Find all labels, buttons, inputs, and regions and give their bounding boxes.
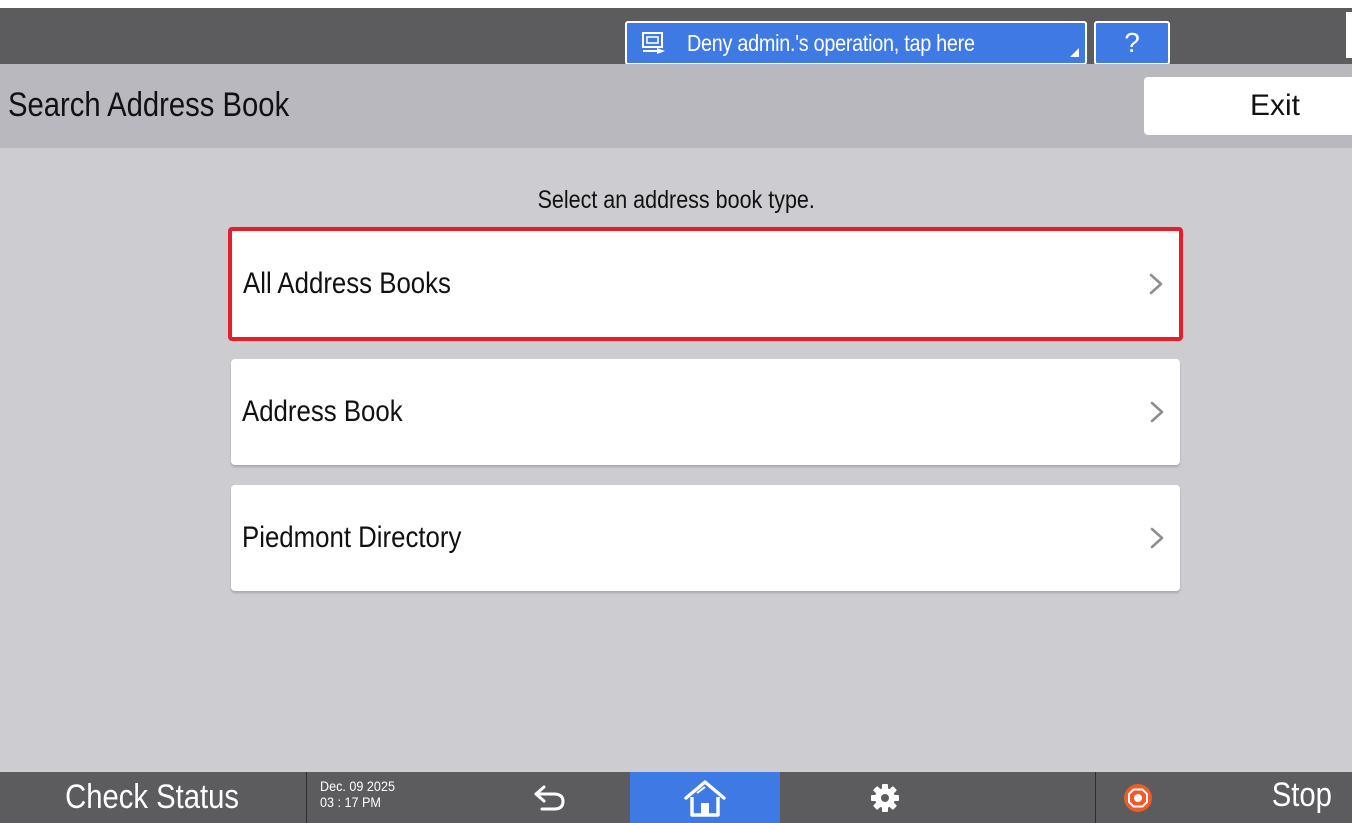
clock-display: Dec. 09 2025 03 : 17 PM (320, 778, 403, 810)
address-book-option-label: All Address Books (243, 267, 451, 300)
address-book-option-label: Piedmont Directory (242, 521, 462, 554)
check-status-button[interactable]: Check Status (0, 772, 305, 823)
chevron-right-icon (1150, 527, 1164, 549)
address-book-option-all[interactable]: All Address Books (228, 227, 1183, 341)
deny-remote-operation-label: Deny admin.'s operation, tap here (687, 29, 975, 56)
date-text: Dec. 09 2025 (320, 778, 395, 794)
footer-divider (306, 772, 307, 823)
address-book-option-piedmont-directory[interactable]: Piedmont Directory (231, 485, 1180, 591)
address-book-type-panel: Select an address book type. All Address… (0, 148, 1352, 772)
system-status-bar: Deny admin.'s operation, tap here ? (0, 8, 1352, 65)
exit-button[interactable]: Exit (1144, 77, 1352, 135)
page-header: Search Address Book Exit (0, 64, 1352, 148)
time-text: 03 : 17 PM (320, 794, 381, 810)
status-bar-edge (1346, 12, 1352, 58)
help-button[interactable]: ? (1094, 21, 1170, 65)
deny-remote-operation-button[interactable]: Deny admin.'s operation, tap here (625, 21, 1087, 65)
back-arrow-icon (534, 785, 565, 810)
expand-corner-icon (1070, 48, 1079, 57)
remote-screen-icon (641, 30, 667, 56)
exit-button-label: Exit (1249, 89, 1300, 122)
home-icon (684, 779, 726, 817)
home-button[interactable] (630, 772, 780, 823)
chevron-right-icon (1149, 273, 1163, 295)
system-footer-bar: Check Status Dec. 09 2025 03 : 17 PM Sto… (0, 772, 1352, 823)
address-book-option-address-book[interactable]: Address Book (231, 359, 1180, 465)
stop-icon (1124, 784, 1152, 812)
settings-button[interactable] (780, 772, 990, 823)
stop-label: Stop (1271, 776, 1332, 814)
chevron-right-icon (1150, 401, 1164, 423)
instruction-text: Select an address book type. (537, 186, 815, 214)
page-title: Search Address Book (8, 86, 290, 124)
gear-icon (871, 783, 899, 812)
stop-button[interactable]: Stop (1096, 772, 1352, 823)
back-button[interactable] (470, 772, 630, 823)
address-book-option-label: Address Book (242, 395, 403, 428)
top-strip (0, 0, 1352, 8)
check-status-label: Check Status (65, 778, 240, 816)
